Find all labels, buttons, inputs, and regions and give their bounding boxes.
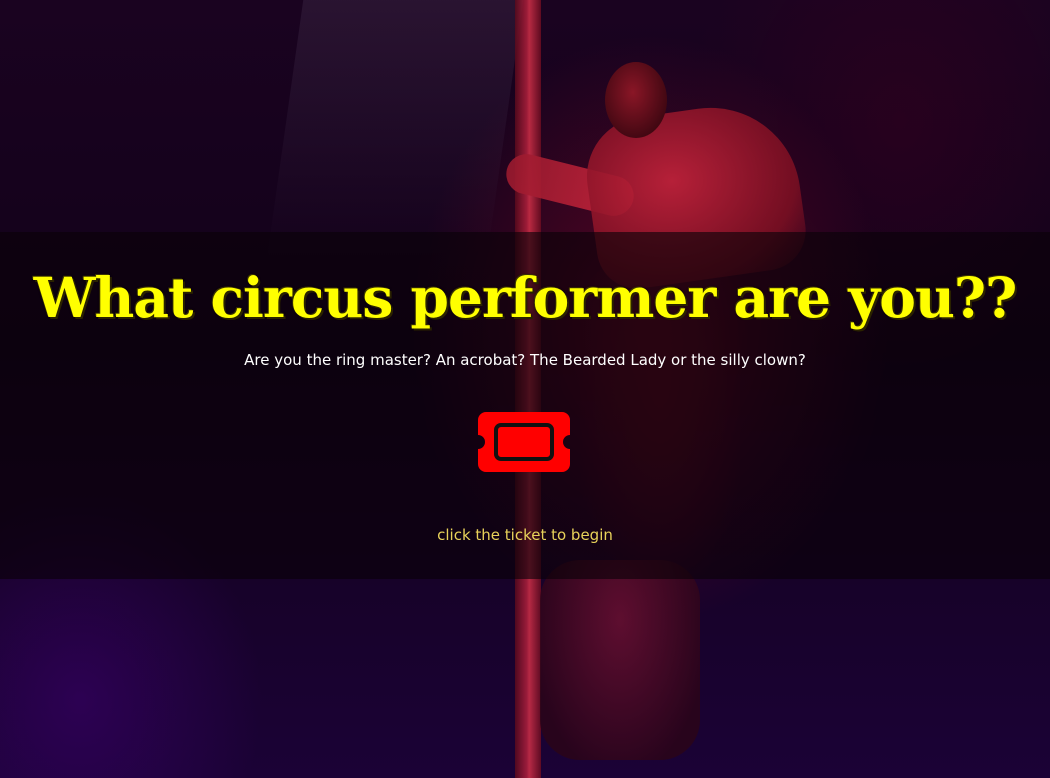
hero-background: What circus performer are you?? Are you … bbox=[0, 0, 1050, 778]
start-ticket-button[interactable] bbox=[478, 412, 570, 472]
begin-hint-text: click the ticket to begin bbox=[437, 526, 613, 544]
page-title: What circus performer are you?? bbox=[33, 265, 1018, 330]
background-light-beam bbox=[266, 0, 524, 260]
background-performer-head bbox=[605, 62, 667, 138]
background-performer-legs bbox=[540, 560, 700, 760]
ticket-icon bbox=[478, 412, 570, 472]
page-subtitle: Are you the ring master? An acrobat? The… bbox=[244, 351, 806, 369]
